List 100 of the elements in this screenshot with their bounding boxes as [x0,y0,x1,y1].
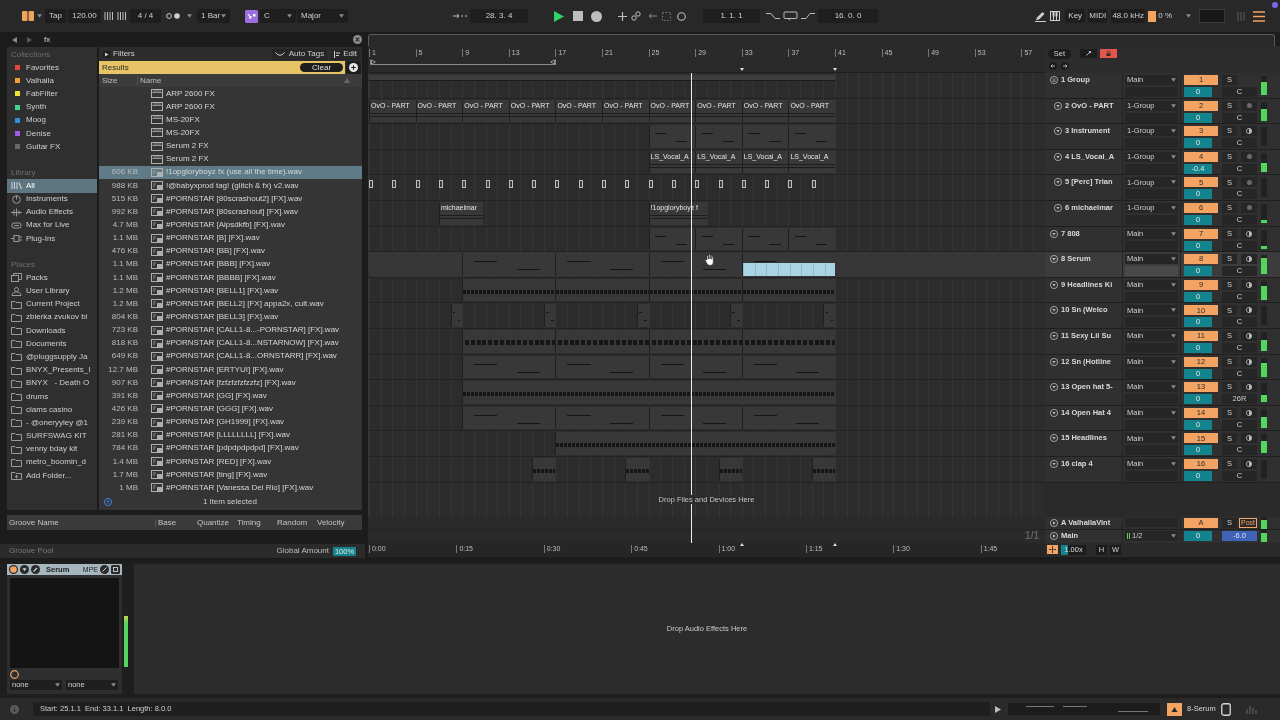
browser-toggle-icon[interactable] [22,11,34,21]
circle-slash-icon[interactable] [100,565,109,574]
result-row[interactable]: 1 MB #PORNSTAR [Vanessa Del Rio] [FX].wav [99,481,362,495]
caret-icon[interactable] [1171,154,1176,159]
clip[interactable] [555,329,649,353]
result-row[interactable]: 1.2 MB #PORNSTAR [BELL2] [FX] appa2x, cult.wav [99,297,362,311]
cpu-meter-dropdown[interactable]: 0 % [1148,9,1191,23]
arm-button[interactable] [1241,305,1257,316]
ring-icon[interactable] [10,670,19,679]
triangle-right-icon[interactable] [27,36,32,43]
arm-button[interactable] [1241,228,1257,239]
triangle-left-icon[interactable] [12,36,17,43]
song-position-field[interactable]: 28. 3. 4 [470,9,528,23]
arm-button[interactable] [1241,382,1257,393]
clip[interactable] [741,180,746,189]
arm-button[interactable] [1241,330,1257,341]
wrench-icon[interactable] [31,565,40,574]
menu-icon[interactable] [1253,10,1265,22]
circle-triangle-down-icon[interactable] [20,565,29,574]
sidebar-item[interactable]: Max for Live [7,218,97,233]
clip[interactable] [718,457,742,481]
column-header[interactable]: Random [277,518,308,527]
clip[interactable] [741,227,789,251]
result-row[interactable]: 515 KB #PORNSTAR [80scrashout2] [FX].wav [99,192,362,206]
routing-field[interactable] [1125,266,1178,277]
clip[interactable] [695,180,700,189]
clip[interactable] [462,180,467,189]
sidebar-item[interactable]: Synth [7,100,97,114]
caret-icon[interactable] [111,683,116,687]
column-header[interactable]: Velocity [317,518,345,527]
sidebar-item[interactable]: clams casino [7,403,97,417]
clip-overview-field[interactable] [1008,703,1160,715]
plus-circle-icon[interactable] [346,61,361,74]
save-icon[interactable] [111,565,120,574]
caret-icon[interactable] [287,14,292,18]
caret-icon[interactable] [1171,359,1176,364]
sidebar-item[interactable]: Instruments [7,192,97,206]
circle-triangle-down-icon[interactable] [1050,331,1058,340]
clip[interactable] [532,180,537,189]
sample-rate-field[interactable]: 48.0 kHz [1111,9,1146,23]
filters-button[interactable]: Filters [103,48,135,60]
sidebar-item[interactable]: Audio Effects [7,205,97,219]
vertical-bars-icon[interactable] [117,12,126,20]
sidebar-item[interactable]: Plug-Ins [7,232,97,246]
sidebar-item[interactable]: metro_boomin_d [7,455,97,470]
result-row[interactable]: 649 KB #PORNSTAR [CALL1-8...ORNSTARR] [FX].wav [99,349,362,363]
follow-arrow-icon[interactable] [453,13,468,19]
tap-button[interactable]: Tap [45,9,66,23]
piano-keys-icon[interactable] [1050,11,1061,21]
result-row[interactable]: ARP 2600 FX [99,100,362,114]
caret-icon[interactable] [1171,534,1176,538]
clip[interactable] [462,278,556,302]
result-row[interactable]: 1.1 MB #PORNSTAR [BBB] [FX].wav [99,257,362,271]
result-row[interactable]: Serum 2 FX [99,152,362,166]
key-dropdown[interactable]: C [260,9,296,23]
caret-icon[interactable] [1171,385,1176,390]
clip[interactable] [648,180,653,189]
clip[interactable] [741,355,835,379]
column-header[interactable]: Name [140,76,162,85]
arm-button[interactable] [1241,407,1257,418]
caret-icon[interactable] [1171,231,1176,236]
result-row[interactable]: MS-20FX [99,126,362,140]
split-view-icon[interactable] [1047,545,1058,554]
sidebar-item[interactable]: Moog [7,113,97,127]
caret-icon[interactable] [1171,129,1176,134]
caret-icon[interactable] [1171,103,1176,108]
clip[interactable] [578,180,583,189]
caret-icon[interactable] [187,14,192,18]
caret-icon[interactable] [1171,205,1176,210]
clip[interactable] [811,457,835,481]
sidebar-item[interactable]: Documents [7,337,97,351]
key-mapping-button[interactable]: Key [1065,9,1086,23]
circle-triangle-down-icon[interactable] [1054,127,1062,136]
clip[interactable] [695,227,742,251]
caret-icon[interactable] [1171,282,1176,287]
circle-triangle-down-icon[interactable] [1050,255,1058,264]
sidebar-item[interactable]: Current Project [7,297,97,311]
clip[interactable] [648,278,742,302]
clip[interactable] [741,253,835,276]
clip[interactable] [415,180,420,189]
circle-triangle-down-icon[interactable] [1050,383,1058,392]
sidebar-item[interactable]: Packs [7,271,97,285]
marker-icon[interactable] [833,68,837,71]
sidebar-item[interactable]: FabFilter [7,87,97,101]
arm-button[interactable] [1241,356,1257,367]
clip[interactable] [648,329,742,353]
lock-icon[interactable] [1100,49,1117,58]
result-row[interactable]: 818 KB #PORNSTAR [CALL1-8...NSTARNOW] [FX].wav [99,336,362,350]
routing-field[interactable] [1125,240,1178,251]
triangle-up-icon[interactable] [1167,702,1182,716]
time-signature-field[interactable]: 4 / 4 [130,9,161,23]
column-header[interactable]: Quantize [197,518,230,527]
result-row[interactable]: Serum 2 FX [99,139,362,153]
clip[interactable] [788,227,835,251]
sidebar-item[interactable]: User Library [7,284,97,298]
caret-icon[interactable] [339,14,344,18]
circle-triangle-down-icon[interactable] [1054,178,1062,187]
result-row[interactable]: 391 KB #PORNSTAR [GG] [FX].wav [99,389,362,403]
clip[interactable] [788,125,835,148]
plus-icon[interactable] [618,11,627,21]
